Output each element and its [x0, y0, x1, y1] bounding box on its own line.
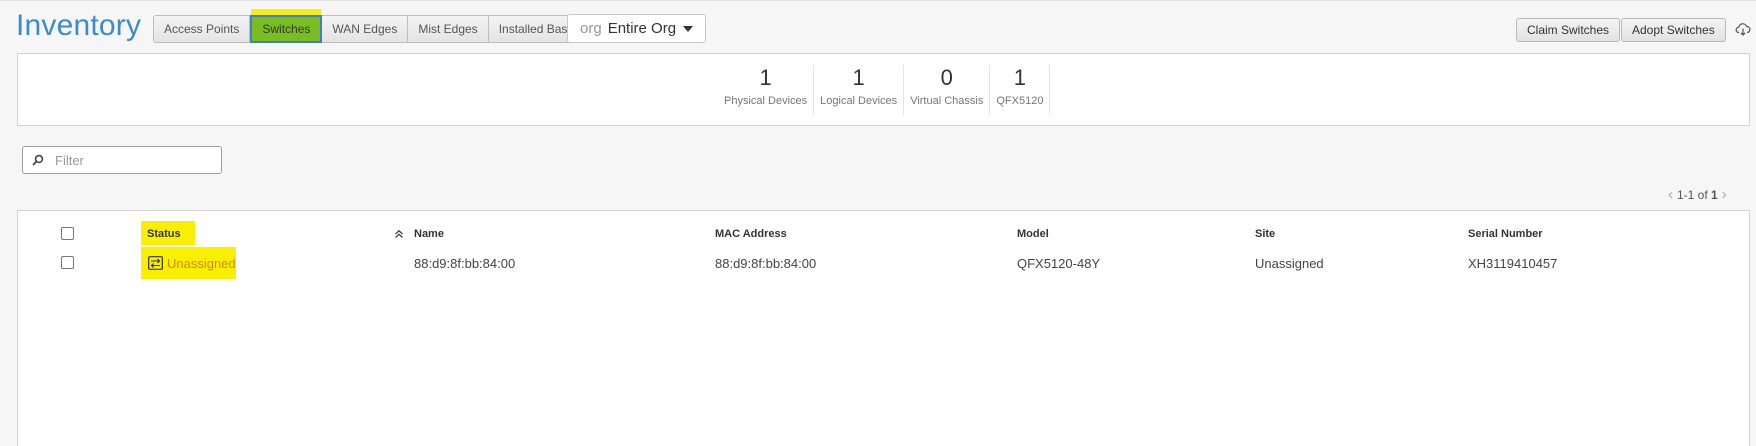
unassigned-icon — [148, 256, 163, 270]
chevron-right-icon[interactable]: › — [1722, 186, 1727, 203]
stat-value: 1 — [1013, 65, 1027, 90]
row-checkbox[interactable] — [61, 256, 74, 269]
tab-mist-edges[interactable]: Mist Edges — [408, 15, 489, 43]
column-header-site[interactable]: Site — [1255, 228, 1275, 240]
cloud-download-icon[interactable] — [1735, 21, 1751, 37]
cell-model: QFX5120-48Y — [1017, 256, 1101, 271]
chevron-down-icon — [683, 26, 693, 32]
adopt-switches-button[interactable]: Adopt Switches — [1621, 18, 1726, 42]
stat-physical-devices: 1 Physical Devices — [718, 65, 815, 115]
status-cell: Unassigned — [141, 247, 236, 279]
device-type-tabs: Access Points Switches WAN Edges Mist Ed… — [153, 15, 586, 43]
stat-label: QFX5120 — [996, 95, 1044, 107]
page-title: Inventory — [16, 9, 142, 42]
column-header-serial-number[interactable]: Serial Number — [1468, 228, 1543, 240]
pagination-total: 1 — [1711, 187, 1718, 202]
pagination-range-text: 1-1 of — [1677, 187, 1708, 202]
column-header-model[interactable]: Model — [1017, 228, 1049, 240]
org-selected-value: Entire Org — [607, 20, 677, 37]
tab-switches[interactable]: Switches — [250, 15, 323, 43]
tab-wan-edges[interactable]: WAN Edges — [322, 15, 409, 43]
inventory-table: Status Name MAC Address Model Site Seria… — [17, 210, 1750, 446]
stat-logical-devices: 1 Logical Devices — [814, 65, 905, 115]
cell-site: Unassigned — [1255, 256, 1324, 271]
stat-qfx5120: 1 QFX5120 — [990, 65, 1051, 115]
tab-access-points[interactable]: Access Points — [153, 15, 251, 43]
top-divider — [0, 0, 1756, 1]
stat-virtual-chassis: 0 Virtual Chassis — [904, 65, 991, 115]
org-selector[interactable]: org Entire Org — [567, 14, 706, 43]
column-header-status[interactable]: Status — [147, 228, 181, 240]
select-all-checkbox[interactable] — [61, 227, 74, 240]
column-header-name[interactable]: Name — [414, 228, 444, 240]
stat-value: 1 — [759, 65, 772, 90]
summary-panel: 1 Physical Devices 1 Logical Devices 0 V… — [17, 53, 1750, 126]
pagination-range: 1-1 of 1 — [1677, 188, 1718, 202]
stat-label: Physical Devices — [724, 95, 808, 107]
summary-stats: 1 Physical Devices 1 Logical Devices 0 V… — [718, 65, 1051, 115]
column-header-mac-address[interactable]: MAC Address — [715, 228, 787, 240]
stat-label: Virtual Chassis — [910, 95, 984, 107]
pagination: ‹ 1-1 of 1 › — [1668, 186, 1727, 203]
cell-mac-address: 88:d9:8f:bb:84:00 — [715, 256, 817, 271]
chevron-left-icon[interactable]: ‹ — [1668, 186, 1673, 203]
filter-box — [22, 146, 222, 174]
org-prefix: org — [580, 20, 602, 37]
sort-ascending-icon[interactable] — [394, 229, 404, 239]
claim-switches-button[interactable]: Claim Switches — [1516, 18, 1621, 42]
stat-value: 0 — [940, 65, 953, 90]
cell-name[interactable]: 88:d9:8f:bb:84:00 — [414, 256, 515, 271]
status-unassigned-link[interactable]: Unassigned — [167, 256, 236, 271]
stat-value: 1 — [852, 65, 865, 90]
stat-label: Logical Devices — [820, 95, 898, 107]
filter-input[interactable] — [55, 152, 215, 168]
cell-serial-number: XH3119410457 — [1468, 256, 1558, 271]
search-icon — [32, 154, 44, 166]
